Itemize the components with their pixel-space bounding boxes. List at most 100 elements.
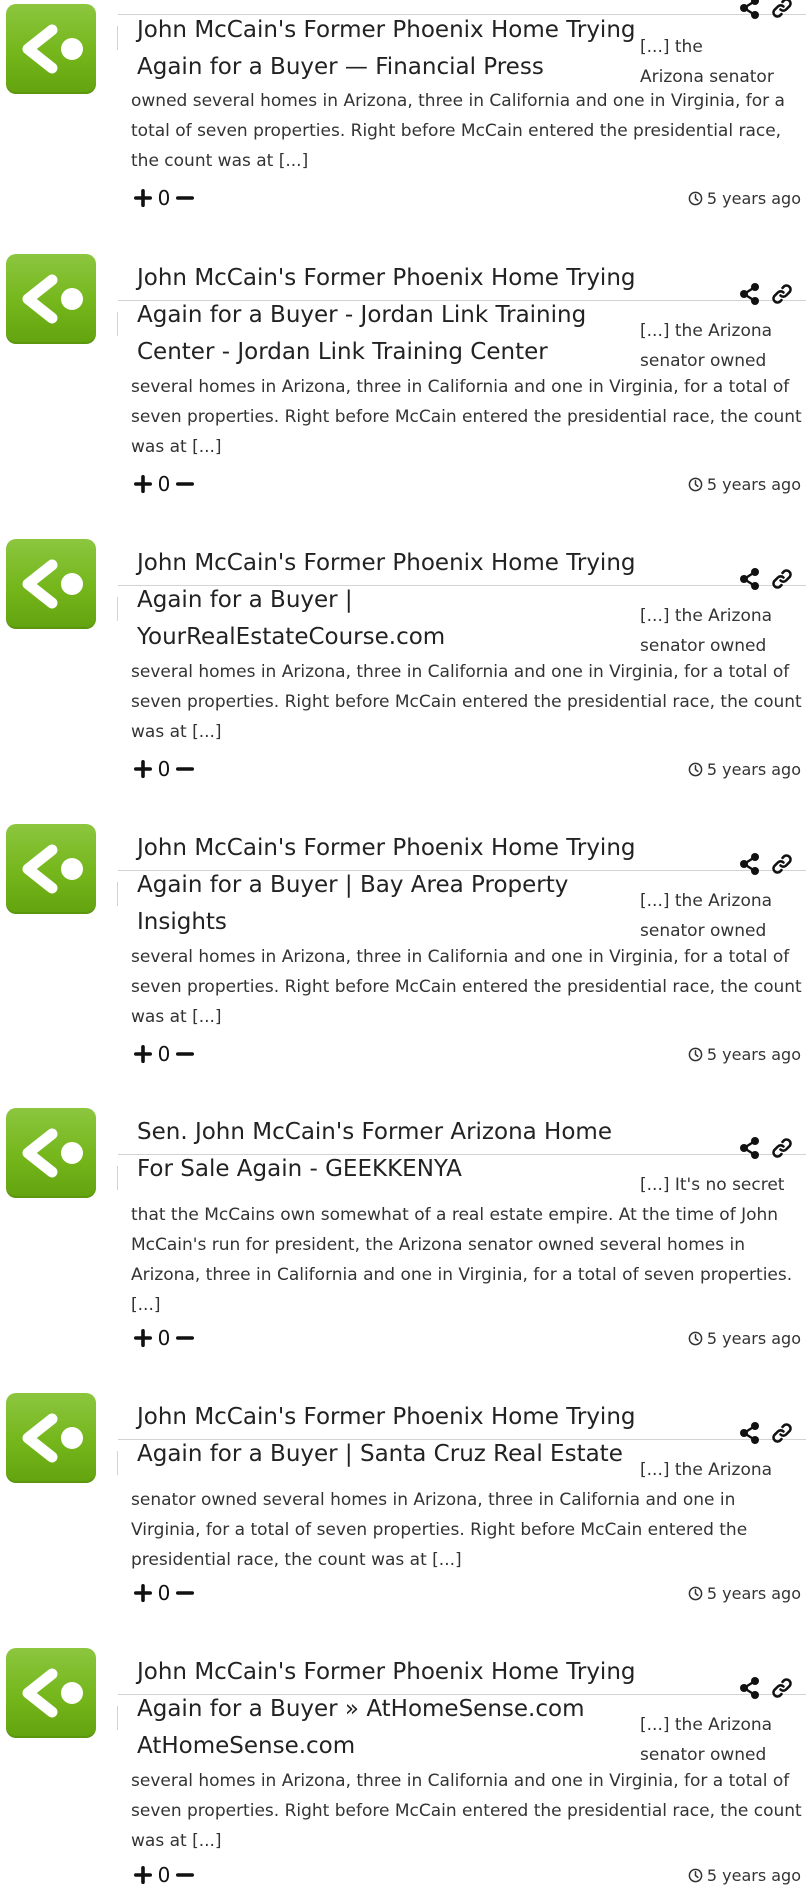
excerpt-text: [...] the <box>640 37 703 57</box>
pingback-title-link[interactable]: John McCain's Former Phoenix Home Trying <box>137 545 636 582</box>
vote-controls: 0 <box>133 756 195 782</box>
pingback-avatar-icon <box>6 1108 96 1198</box>
upvote-button[interactable] <box>133 471 153 497</box>
excerpt-text: senator owned <box>640 351 767 371</box>
downvote-button[interactable] <box>175 1862 195 1888</box>
upvote-button[interactable] <box>133 185 153 211</box>
excerpt-text: was at [...] <box>131 1831 222 1851</box>
pingback-avatar-icon <box>6 1393 96 1483</box>
vote-score: 0 <box>157 472 171 496</box>
comment-divider-tick <box>117 1451 118 1475</box>
timestamp-text: 5 years ago <box>706 1584 801 1603</box>
vote-score: 0 <box>157 757 171 781</box>
link-icon[interactable] <box>770 1421 794 1445</box>
link-icon[interactable] <box>770 567 794 591</box>
vote-score: 0 <box>157 186 171 210</box>
comment-actions <box>736 1421 800 1445</box>
share-icon[interactable] <box>738 567 762 591</box>
link-icon[interactable] <box>770 1676 794 1700</box>
downvote-button[interactable] <box>175 756 195 782</box>
upvote-button[interactable] <box>133 1862 153 1888</box>
excerpt-text: several homes in Arizona, three in Calif… <box>131 1771 790 1791</box>
excerpt-text: Arizona, three in California and one in … <box>131 1265 793 1285</box>
excerpt-text: was at [...] <box>131 1007 222 1027</box>
clock-icon <box>688 1583 703 1601</box>
downvote-button[interactable] <box>175 471 195 497</box>
pingback-title-link[interactable]: Center - Jordan Link Training Center <box>137 334 548 371</box>
downvote-button[interactable] <box>175 1580 195 1606</box>
pingback-title-link[interactable]: John McCain's Former Phoenix Home Trying <box>137 1654 636 1691</box>
pingback-title-link[interactable]: YourRealEstateCourse.com <box>137 619 445 656</box>
comment-divider-tick <box>117 597 118 621</box>
pingback-title-link[interactable]: John McCain's Former Phoenix Home Trying <box>137 830 636 867</box>
pingback-title-link[interactable]: Insights <box>137 904 227 941</box>
excerpt-text: seven properties. Right before McCain en… <box>131 977 802 997</box>
pingback-title-link[interactable]: AtHomeSense.com <box>137 1728 355 1765</box>
downvote-button[interactable] <box>175 1041 195 1067</box>
pingback-item: John McCain's Former Phoenix Home Trying… <box>0 0 806 1898</box>
comment-timestamp: 5 years ago <box>688 1863 801 1889</box>
excerpt-text: seven properties. Right before McCain en… <box>131 1801 802 1821</box>
share-icon[interactable] <box>738 1676 762 1700</box>
excerpt-text: presidential race, the count was at [...… <box>131 1550 462 1570</box>
link-icon[interactable] <box>770 0 794 20</box>
share-icon[interactable] <box>738 1136 762 1160</box>
clock-icon <box>688 1865 703 1883</box>
excerpt-text: that the McCains own somewhat of a real … <box>131 1205 779 1225</box>
excerpt-text: [...] the Arizona <box>640 891 773 911</box>
timestamp-text: 5 years ago <box>706 1866 801 1885</box>
upvote-button[interactable] <box>133 1325 153 1351</box>
excerpt-text: [...] It's no secret <box>640 1175 785 1195</box>
pingback-title-link[interactable]: John McCain's Former Phoenix Home Trying <box>137 260 636 297</box>
timestamp-text: 5 years ago <box>706 189 801 208</box>
link-icon[interactable] <box>770 1136 794 1160</box>
vote-controls: 0 <box>133 185 195 211</box>
share-icon[interactable] <box>738 1421 762 1445</box>
vote-controls: 0 <box>133 1041 195 1067</box>
comment-timestamp: 5 years ago <box>688 1042 801 1068</box>
timestamp-text: 5 years ago <box>706 1045 801 1064</box>
comment-divider-tick <box>117 26 118 50</box>
upvote-button[interactable] <box>133 1041 153 1067</box>
pingback-avatar-icon <box>6 539 96 629</box>
pingback-title-link[interactable]: Again for a Buyer - Jordan Link Training <box>137 297 586 334</box>
vote-score: 0 <box>157 1326 171 1350</box>
share-icon[interactable] <box>738 852 762 876</box>
pingback-title-link[interactable]: Again for a Buyer — Financial Press <box>137 49 544 86</box>
excerpt-text: senator owned <box>640 636 767 656</box>
comment-divider-tick <box>117 312 118 336</box>
pingback-avatar-icon <box>6 824 96 914</box>
pingback-title-link[interactable]: Sen. John McCain's Former Arizona Home <box>137 1114 612 1151</box>
share-icon[interactable] <box>738 282 762 306</box>
excerpt-text: seven properties. Right before McCain en… <box>131 692 802 712</box>
comment-actions <box>736 1676 800 1700</box>
excerpt-text: [...] the Arizona <box>640 606 773 626</box>
pingback-title-link[interactable]: For Sale Again - GEEKKENYA <box>137 1151 462 1188</box>
link-icon[interactable] <box>770 852 794 876</box>
link-icon[interactable] <box>770 282 794 306</box>
comment-timestamp: 5 years ago <box>688 757 801 783</box>
excerpt-text: senator owned <box>640 921 767 941</box>
pingback-title-link[interactable]: John McCain's Former Phoenix Home Trying <box>137 12 636 49</box>
vote-controls: 0 <box>133 1325 195 1351</box>
upvote-button[interactable] <box>133 1580 153 1606</box>
excerpt-text: Virginia, for a total of seven propertie… <box>131 1520 748 1540</box>
excerpt-text: was at [...] <box>131 437 222 457</box>
excerpt-text: several homes in Arizona, three in Calif… <box>131 947 790 967</box>
excerpt-text: McCain's run for president, the Arizona … <box>131 1235 745 1255</box>
downvote-button[interactable] <box>175 1325 195 1351</box>
comment-actions <box>736 0 800 20</box>
upvote-button[interactable] <box>133 756 153 782</box>
pingback-title-link[interactable]: Again for a Buyer | <box>137 582 353 619</box>
excerpt-text: Arizona senator <box>640 67 774 87</box>
share-icon[interactable] <box>738 0 762 20</box>
comment-timestamp: 5 years ago <box>688 1581 801 1607</box>
pingback-title-link[interactable]: Again for a Buyer | Santa Cruz Real Esta… <box>137 1436 623 1473</box>
pingback-title-link[interactable]: John McCain's Former Phoenix Home Trying <box>137 1399 636 1436</box>
pingback-title-link[interactable]: Again for a Buyer | Bay Area Property <box>137 867 568 904</box>
pingback-title-link[interactable]: Again for a Buyer » AtHomeSense.com <box>137 1691 584 1728</box>
comment-actions <box>736 567 800 591</box>
downvote-button[interactable] <box>175 185 195 211</box>
pingback-list: John McCain's Former Phoenix Home Trying… <box>0 0 806 1898</box>
excerpt-text: senator owned several homes in Arizona, … <box>131 1490 736 1510</box>
